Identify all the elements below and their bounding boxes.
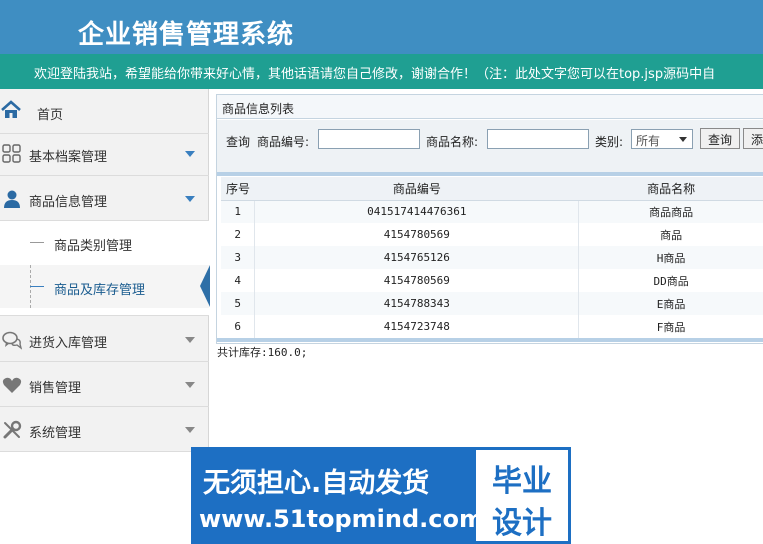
column-header: 序号 — [221, 177, 255, 201]
query-button[interactable]: 查询 — [700, 128, 741, 149]
active-indicator — [200, 265, 210, 307]
product-name-input[interactable] — [487, 129, 589, 149]
table-row[interactable]: 6 4154723748 F商品 — [221, 315, 763, 338]
table-row[interactable]: 4 4154780569 DD商品 — [221, 269, 763, 292]
column-header: 商品编号 — [254, 177, 579, 201]
name-label: 商品名称: — [426, 135, 479, 149]
tree-line — [30, 242, 44, 243]
welcome-marquee: 欢迎登陆我站，希望能给你带来好心情，其他话语请您自己修改，谢谢合作！（注：此处文… — [0, 54, 763, 89]
product-list-panel: 商品信息列表 查询 商品编号: 商品名称: 类别: 所有 查询 添 序号 商品编… — [216, 94, 763, 344]
cell-code: 4154780569 — [254, 223, 580, 246]
cell-name: 商品 — [578, 223, 763, 246]
home-icon — [1, 100, 21, 118]
sidebar-item-label: 基本档案管理 — [29, 150, 108, 165]
sidebar-item-label: 销售管理 — [29, 381, 82, 396]
heart-icon — [2, 377, 22, 393]
table-row[interactable]: 2 4154780569 商品 — [221, 223, 763, 246]
cell-code: 4154723748 — [254, 315, 580, 338]
chevron-down-icon — [185, 382, 195, 388]
sidebar-item-label: 商品信息管理 — [29, 195, 108, 210]
panel-header: 商品信息列表 — [217, 95, 763, 119]
chevron-down-icon — [185, 196, 195, 202]
cell-no: 3 — [221, 246, 256, 269]
sidebar-item-home[interactable]: 首页 — [0, 89, 209, 134]
grid-icon — [2, 144, 21, 163]
sidebar-subitem-label: 商品类别管理 — [54, 239, 133, 254]
type-label: 类别: — [595, 135, 624, 149]
ad-logo: 毕业 设计 — [476, 450, 568, 541]
type-select[interactable]: 所有 — [631, 129, 693, 149]
cell-code: 4154788343 — [254, 292, 580, 315]
cell-code: 4154765126 — [254, 246, 580, 269]
cell-name: E商品 — [578, 292, 763, 315]
sidebar-item-sales[interactable]: 销售管理 — [0, 362, 209, 407]
sidebar-item-purchase[interactable]: 进货入库管理 — [0, 317, 209, 362]
app-title: 企业销售管理系统 — [78, 20, 295, 50]
chevron-down-icon — [185, 151, 195, 157]
cell-name: DD商品 — [578, 269, 763, 292]
chevron-down-icon — [679, 137, 687, 142]
cell-no: 5 — [221, 292, 256, 315]
ad-logo-line1: 毕业 — [492, 464, 552, 499]
app-header: 企业销售管理系统 — [0, 0, 763, 54]
sidebar: 首页 基本档案管理 商品信息管理 商品类别管理 商品及库存管理 进货入库管理 销… — [0, 89, 210, 452]
total-stock: 共计库存:160.0; — [217, 346, 308, 359]
tree-line — [30, 286, 44, 287]
chevron-down-icon — [185, 427, 195, 433]
cell-name: 商品商品 — [578, 200, 763, 223]
sidebar-item-product-info[interactable]: 商品信息管理 — [0, 176, 209, 221]
chat-icon — [2, 331, 22, 350]
marquee-text: 欢迎登陆我站，希望能给你带来好心情，其他话语请您自己修改，谢谢合作！（注：此处文… — [34, 67, 716, 82]
sidebar-item-label: 首页 — [37, 108, 64, 123]
divider — [217, 172, 763, 176]
ad-banner[interactable]: 无须担心.自动发货 www.51topmind.com 毕业 设计 — [191, 447, 571, 544]
table-row[interactable]: 1 041517414476361 商品商品 — [221, 200, 763, 223]
type-select-value: 所有 — [636, 134, 661, 148]
cell-code: 041517414476361 — [254, 200, 580, 223]
panel-title: 商品信息列表 — [222, 102, 295, 116]
user-icon — [4, 190, 20, 208]
ad-site-link[interactable]: www.51topmind.com — [199, 505, 484, 533]
sidebar-item-label: 进货入库管理 — [29, 336, 108, 351]
cell-name: H商品 — [578, 246, 763, 269]
sidebar-subitem-category[interactable]: 商品类别管理 — [0, 221, 209, 264]
table-header-row: 序号 商品编号 商品名称 — [221, 177, 763, 201]
sidebar-subitem-stock[interactable]: 商品及库存管理 — [0, 265, 210, 308]
add-button[interactable]: 添 — [743, 128, 763, 149]
cell-no: 6 — [221, 315, 256, 338]
code-label: 商品编号: — [257, 135, 310, 149]
wrench-icon — [3, 420, 22, 439]
cell-code: 4154780569 — [254, 269, 580, 292]
cell-no: 1 — [221, 200, 256, 223]
cell-name: F商品 — [578, 315, 763, 338]
sidebar-subitem-label: 商品及库存管理 — [54, 283, 146, 298]
column-header: 商品名称 — [578, 177, 763, 201]
ad-slogan: 无须担心.自动发货 — [203, 468, 430, 499]
sidebar-item-label: 系统管理 — [29, 426, 82, 441]
product-code-input[interactable] — [318, 129, 420, 149]
query-label: 查询 — [226, 135, 251, 149]
cell-no: 2 — [221, 223, 256, 246]
table-row[interactable]: 3 4154765126 H商品 — [221, 246, 763, 269]
cell-no: 4 — [221, 269, 256, 292]
search-bar: 查询 商品编号: 商品名称: 类别: 所有 查询 添 — [217, 120, 763, 172]
ad-logo-line2: 设计 — [492, 506, 552, 541]
sidebar-item-system[interactable]: 系统管理 — [0, 407, 209, 452]
product-table: 序号 商品编号 商品名称 1 041517414476361 商品商品 2 415478… — [221, 177, 763, 338]
submenu-product-info: 商品类别管理 商品及库存管理 — [0, 221, 210, 316]
chevron-down-icon — [185, 337, 195, 343]
table-body: 1 041517414476361 商品商品 2 4154780569 商品 3 415476… — [221, 200, 763, 338]
divider — [217, 338, 763, 342]
table-row[interactable]: 5 4154788343 E商品 — [221, 292, 763, 315]
sidebar-item-archive[interactable]: 基本档案管理 — [0, 131, 209, 176]
